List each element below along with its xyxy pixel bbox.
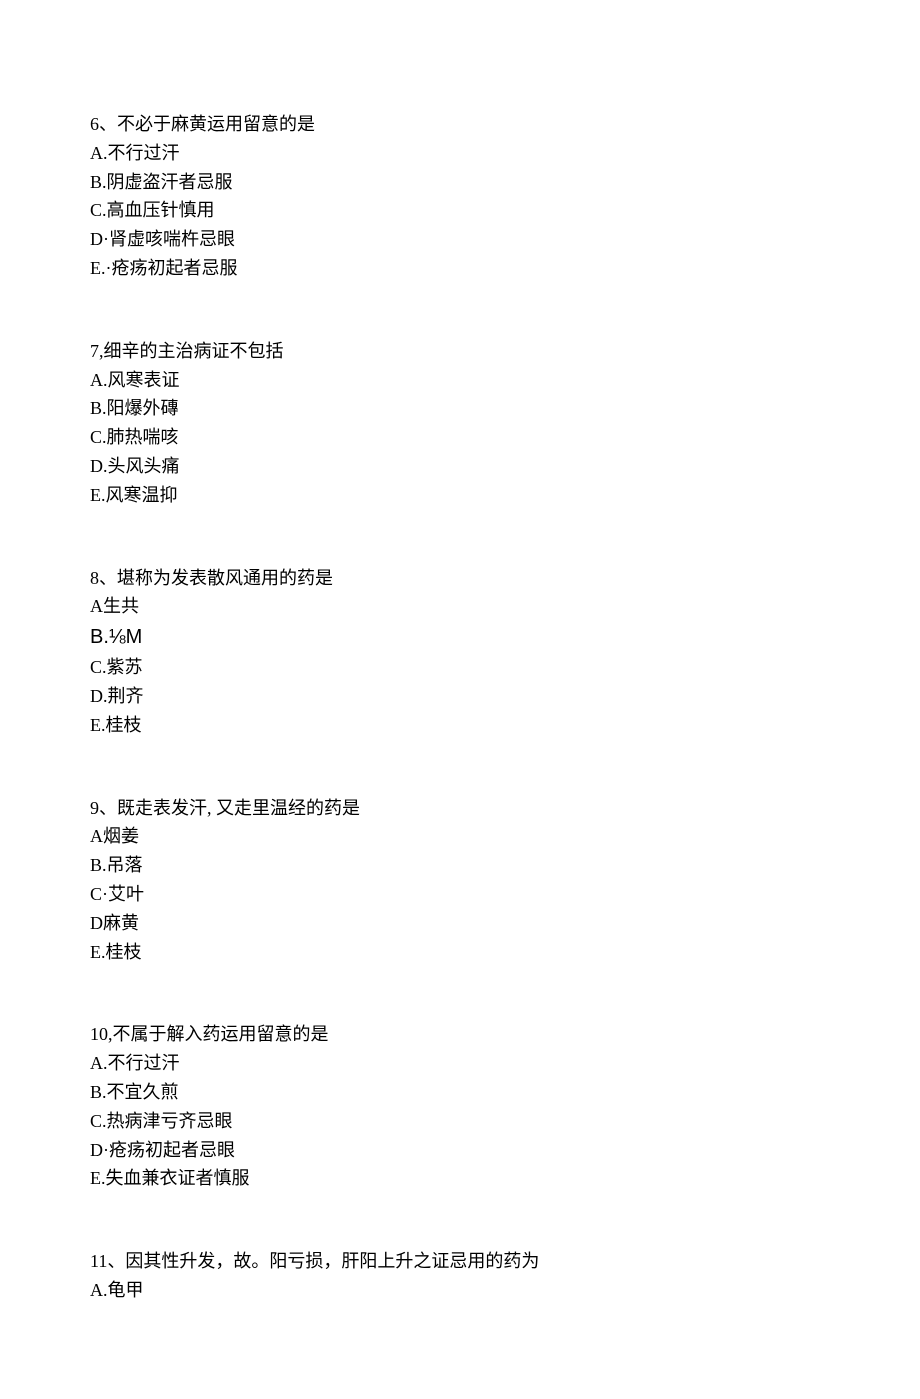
option-a: A烟姜 (90, 822, 830, 851)
option-a: A.不行过汗 (90, 1049, 830, 1078)
option-c: C.热病津亏齐忌眼 (90, 1107, 830, 1136)
option-e: E.桂枝 (90, 938, 830, 967)
question-number: 10, (90, 1024, 113, 1044)
option-d: D.头风头痛 (90, 452, 830, 481)
option-e: E.·疮疡初起者忌服 (90, 254, 830, 283)
question-6: 6、不必于麻黄运用留意的是 A.不行过汗 B.阴虚盗汗者忌服 C.高血压针慎用 … (90, 110, 830, 283)
option-a: A.风寒表证 (90, 366, 830, 395)
question-number: 6、 (90, 114, 117, 134)
option-c: C.肺热喘咳 (90, 423, 830, 452)
option-b: B.阳爆外磚 (90, 394, 830, 423)
option-e: E.失血兼衣证者慎服 (90, 1164, 830, 1193)
question-9: 9、既走表发汗, 又走里温经的药是 A烟姜 B.吊落 C·艾叶 D麻黄 E.桂枝 (90, 794, 830, 967)
option-a: A.龟甲 (90, 1276, 830, 1305)
question-stem: 10,不属于解入药运用留意的是 (90, 1020, 830, 1049)
question-7: 7,细辛的主治病证不包括 A.风寒表证 B.阳爆外磚 C.肺热喘咳 D.头风头痛… (90, 337, 830, 510)
option-b: B.不宜久煎 (90, 1078, 830, 1107)
option-d: D麻黄 (90, 909, 830, 938)
question-text: 堪称为发表散风通用的药是 (117, 568, 333, 588)
question-text: 不属于解入药运用留意的是 (113, 1024, 329, 1044)
option-b: B.⅛M (90, 621, 830, 653)
option-b: B.阴虚盗汗者忌服 (90, 168, 830, 197)
option-c: C.紫苏 (90, 653, 830, 682)
question-number: 7, (90, 341, 104, 361)
question-number: 11、 (90, 1251, 125, 1271)
question-stem: 9、既走表发汗, 又走里温经的药是 (90, 794, 830, 823)
option-d: D·肾虚咳喘杵忌眼 (90, 225, 830, 254)
option-a: A生共 (90, 592, 830, 621)
question-stem: 7,细辛的主治病证不包括 (90, 337, 830, 366)
option-c: C.高血压针慎用 (90, 196, 830, 225)
question-text: 不必于麻黄运用留意的是 (117, 114, 315, 134)
question-text: 既走表发汗, 又走里温经的药是 (117, 798, 360, 818)
question-stem: 8、堪称为发表散风通用的药是 (90, 564, 830, 593)
option-c: C·艾叶 (90, 880, 830, 909)
question-text: 因其性升发，故。阳亏损，肝阳上升之证忌用的药为 (125, 1251, 539, 1271)
question-text: 细辛的主治病证不包括 (104, 341, 284, 361)
option-a: A.不行过汗 (90, 139, 830, 168)
option-b: B.吊落 (90, 851, 830, 880)
option-d: D.荆齐 (90, 682, 830, 711)
question-11: 11、因其性升发，故。阳亏损，肝阳上升之证忌用的药为 A.龟甲 (90, 1247, 830, 1305)
option-e: E.桂枝 (90, 711, 830, 740)
question-stem: 11、因其性升发，故。阳亏损，肝阳上升之证忌用的药为 (90, 1247, 830, 1276)
option-e: E.风寒温抑 (90, 481, 830, 510)
question-10: 10,不属于解入药运用留意的是 A.不行过汗 B.不宜久煎 C.热病津亏齐忌眼 … (90, 1020, 830, 1193)
question-stem: 6、不必于麻黄运用留意的是 (90, 110, 830, 139)
question-8: 8、堪称为发表散风通用的药是 A生共 B.⅛M C.紫苏 D.荆齐 E.桂枝 (90, 564, 830, 740)
option-d: D·疮疡初起者忌眼 (90, 1136, 830, 1165)
question-number: 8、 (90, 568, 117, 588)
question-number: 9、 (90, 798, 117, 818)
